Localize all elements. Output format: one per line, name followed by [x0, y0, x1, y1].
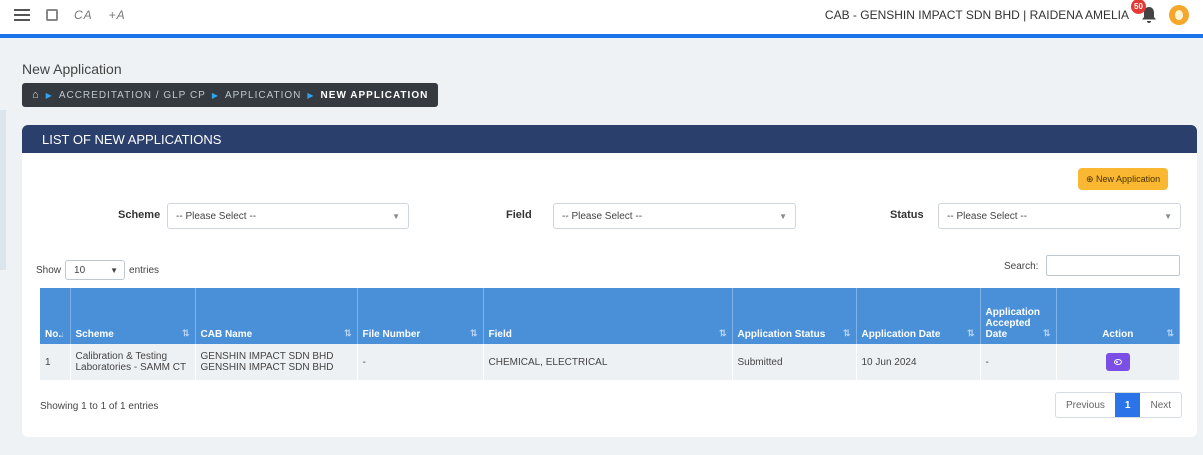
cell-cab-name: GENSHIN IMPACT SDN BHD GENSHIN IMPACT SD… — [195, 344, 358, 380]
sort-icon: ⇅ — [966, 328, 975, 338]
scheme-select-value: -- Please Select -- — [176, 210, 257, 222]
topbar-right-tools: CAB - GENSHIN IMPACT SDN BHD | RAIDENA A… — [825, 0, 1189, 30]
user-avatar[interactable] — [1169, 5, 1189, 25]
new-application-button[interactable]: ⊕ New Application — [1078, 168, 1169, 190]
sort-icon: ⇅ — [1042, 328, 1051, 338]
status-select[interactable]: -- Please Select -- ▼ — [938, 203, 1181, 229]
breadcrumb-separator-icon: ▶ — [45, 90, 53, 100]
column-header-scheme[interactable]: Scheme ⇅ — [70, 288, 196, 344]
show-label: Show — [36, 264, 62, 276]
applications-card: LIST OF NEW APPLICATIONS ⊕ New Applicati… — [22, 125, 1197, 437]
sort-desc-icon: ↓ — [60, 329, 65, 339]
cell-field: CHEMICAL, ELECTRICAL — [483, 344, 733, 380]
sort-icon: ⇅ — [343, 328, 352, 338]
breadcrumb: ⌂ ▶ ACCREDITATION / GLP CP ▶ APPLICATION… — [22, 83, 439, 107]
chevron-down-icon: ▼ — [110, 266, 119, 275]
font-increase-button[interactable]: +A — [109, 8, 126, 22]
sort-icon: ⇅ — [181, 328, 190, 338]
entries-label: entries — [129, 264, 160, 276]
column-header-action[interactable]: Action ⇅ — [1056, 288, 1180, 344]
field-select[interactable]: -- Please Select -- ▼ — [553, 203, 796, 229]
table-header-row: No. ↓ Scheme ⇅ CAB Name ⇅ File Number ⇅ Fiel… — [40, 288, 1180, 344]
chevron-down-icon: ▼ — [1164, 212, 1172, 221]
chevron-down-icon: ▼ — [779, 212, 787, 221]
chevron-down-icon: ▼ — [392, 212, 400, 221]
entries-length-select[interactable]: 10 ▼ — [65, 260, 126, 280]
field-select-value: -- Please Select -- — [562, 210, 643, 222]
scheme-filter-label: Scheme — [118, 209, 161, 221]
topbar-left-tools: CA +A — [14, 0, 126, 30]
column-header-accepted-date[interactable]: Application Accepted Date ⇅ — [980, 288, 1057, 344]
search-input[interactable] — [1046, 255, 1180, 276]
column-header-field[interactable]: Field ⇅ — [483, 288, 733, 344]
cell-file-number: - — [357, 344, 484, 380]
sort-icon: ⇅ — [1166, 328, 1174, 338]
breadcrumb-item-current: NEW APPLICATION — [320, 89, 429, 101]
column-header-file-number[interactable]: File Number ⇅ — [357, 288, 484, 344]
sort-icon: ⇅ — [842, 328, 851, 338]
home-icon[interactable]: ⌂ — [32, 89, 40, 101]
sort-icon: ⇅ — [718, 328, 727, 338]
column-header-no[interactable]: No. ↓ — [40, 288, 71, 344]
sort-icon: ⇅ — [469, 328, 478, 338]
breadcrumb-separator-icon: ▶ — [211, 90, 219, 100]
sidebar-edge — [0, 110, 6, 270]
top-navbar: CA +A CAB - GENSHIN IMPACT SDN BHD | RAI… — [0, 0, 1203, 38]
cell-action — [1056, 344, 1180, 380]
entries-length-value: 10 — [74, 264, 86, 276]
breadcrumb-separator-icon: ▶ — [307, 90, 315, 100]
user-cab-info: CAB - GENSHIN IMPACT SDN BHD | RAIDENA A… — [824, 8, 1129, 22]
card-title: LIST OF NEW APPLICATIONS — [22, 125, 1197, 153]
field-filter-label: Field — [506, 209, 532, 221]
cell-scheme: Calibration & Testing Laboratories - SAM… — [70, 344, 196, 380]
search-label: Search: — [1004, 261, 1039, 272]
fullscreen-icon[interactable] — [46, 9, 58, 21]
notification-bell-icon[interactable]: 50 — [1131, 0, 1159, 25]
scheme-select[interactable]: -- Please Select -- ▼ — [167, 203, 409, 229]
status-filter-label: Status — [890, 209, 924, 221]
cell-status: Submitted — [732, 344, 857, 380]
cell-no: 1 — [40, 344, 71, 380]
show-entries-control: Show 10 ▼ entries — [36, 260, 159, 280]
menu-icon[interactable] — [14, 9, 30, 21]
table-info: Showing 1 to 1 of 1 entries — [40, 401, 159, 412]
table-row: 1 Calibration & Testing Laboratories - S… — [40, 344, 1180, 380]
column-header-cab-name[interactable]: CAB Name ⇅ — [195, 288, 358, 344]
cell-accepted-date: - — [980, 344, 1057, 380]
page-title: New Application — [22, 61, 122, 77]
breadcrumb-item-accreditation[interactable]: ACCREDITATION / GLP CP — [59, 90, 206, 101]
status-select-value: -- Please Select -- — [947, 210, 1028, 222]
cell-date: 10 Jun 2024 — [856, 344, 981, 380]
column-header-date[interactable]: Application Date ⇅ — [856, 288, 981, 344]
font-decrease-button[interactable]: CA — [74, 8, 93, 22]
breadcrumb-item-application[interactable]: APPLICATION — [225, 90, 301, 101]
pagination-page-button[interactable]: 1 — [1114, 393, 1141, 417]
view-eye-icon[interactable] — [1105, 353, 1130, 371]
column-header-status[interactable]: Application Status ⇅ — [732, 288, 857, 344]
pagination-previous-button[interactable]: Previous — [1056, 393, 1115, 417]
pagination: Previous 1 Next — [1055, 392, 1183, 418]
pagination-next-button[interactable]: Next — [1140, 393, 1182, 417]
applications-table: No. ↓ Scheme ⇅ CAB Name ⇅ File Number ⇅ Fiel… — [40, 288, 1180, 380]
